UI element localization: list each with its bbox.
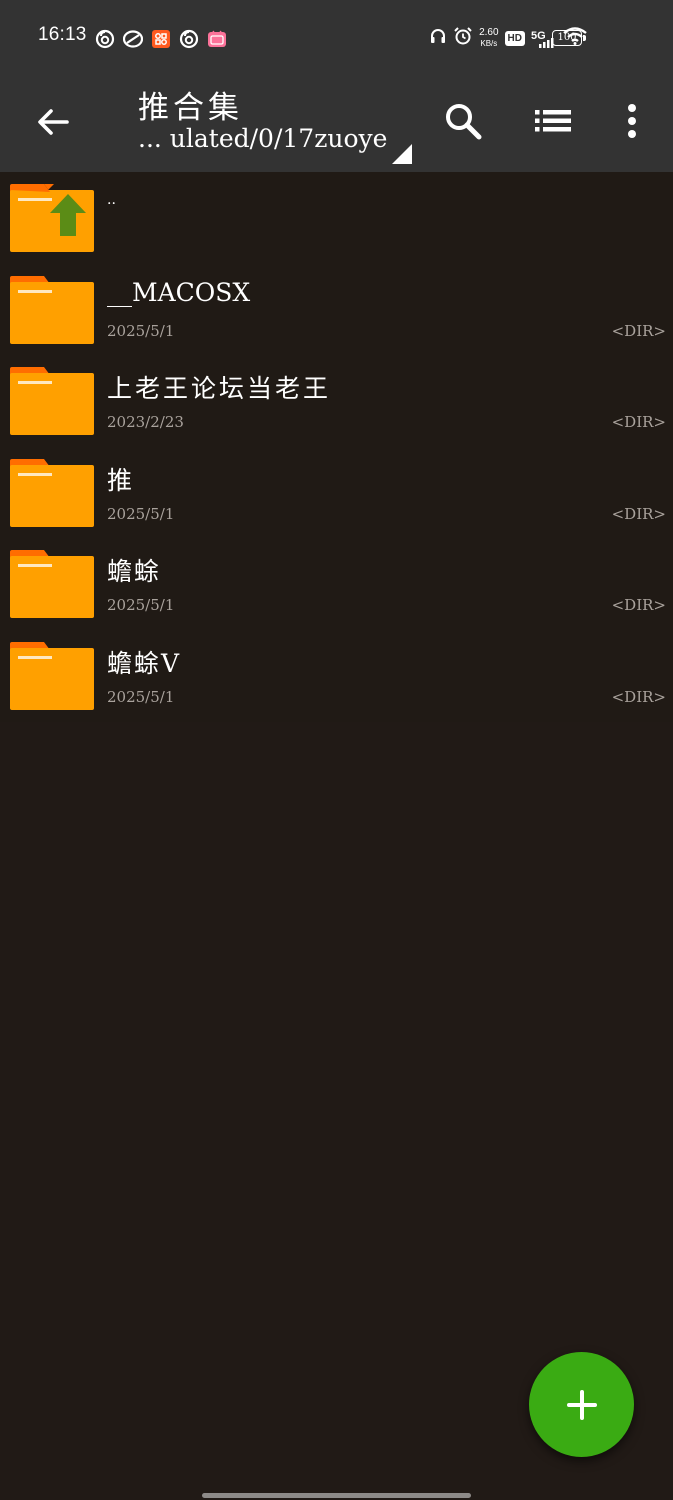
- path-selector[interactable]: ... ulated/0/17zuoye: [138, 124, 387, 158]
- file-name: __MACOSX: [107, 277, 251, 307]
- back-arrow-icon: [38, 109, 69, 135]
- folder-icon: [10, 458, 94, 527]
- app-icon: [122, 29, 144, 49]
- status-time: 16:13: [38, 24, 87, 45]
- file-name: 蟾蜍V: [107, 648, 182, 678]
- hd-icon: HD: [504, 30, 525, 46]
- file-date: 2025/5/1: [107, 596, 175, 615]
- file-type: <DIR>: [611, 687, 666, 706]
- list-view-icon: [535, 110, 571, 132]
- add-button[interactable]: [529, 1352, 634, 1457]
- back-button[interactable]: [30, 99, 76, 145]
- file-date: 2023/2/23: [107, 413, 184, 432]
- status-bar: 16:13 2.60 KB/s HD 5G 100: [0, 0, 673, 75]
- file-name: ..: [107, 192, 116, 208]
- plus-icon: [566, 1389, 597, 1420]
- folder-icon: [10, 641, 94, 710]
- file-list: .. __MACOSX 2025/5/1 <DIR> 上老王论坛当老王 2023…: [0, 172, 673, 722]
- list-item[interactable]: 上老王论坛当老王 2023/2/23 <DIR>: [0, 355, 673, 447]
- folder-icon: [10, 275, 94, 344]
- file-name: 上老王论坛当老王: [107, 374, 332, 404]
- file-name: 蟾蜍: [107, 557, 162, 587]
- notification-icons: [95, 29, 227, 49]
- folder-icon: [10, 550, 94, 619]
- headphones-icon: [429, 27, 447, 49]
- network-speed-value: 2.60: [479, 27, 499, 38]
- file-date: 2025/5/1: [107, 504, 175, 523]
- file-type: <DIR>: [611, 321, 666, 340]
- more-vert-icon: [628, 104, 636, 138]
- alarm-icon: [453, 26, 473, 50]
- current-path: ... ulated/0/17zuoye: [138, 124, 388, 153]
- file-type: <DIR>: [611, 413, 666, 432]
- file-name: 推: [107, 465, 133, 495]
- taobao-icon: [151, 29, 171, 49]
- folder-icon: [10, 367, 94, 436]
- folder-up-icon: [10, 184, 94, 252]
- file-date: 2025/5/1: [107, 321, 175, 340]
- netease-music-icon: [179, 29, 199, 49]
- search-button[interactable]: [441, 99, 485, 143]
- list-item[interactable]: 蟾蜍 2025/5/1 <DIR>: [0, 538, 673, 630]
- search-icon: [446, 104, 482, 140]
- network-speed: 2.60 KB/s: [479, 27, 498, 49]
- app-toolbar: 推合集 ... ulated/0/17zuoye: [0, 75, 673, 172]
- folder-title: 推合集: [138, 90, 243, 126]
- network-speed-unit: KB/s: [480, 39, 498, 48]
- file-type: <DIR>: [611, 596, 666, 615]
- path-dropdown-icon[interactable]: [392, 144, 412, 164]
- file-date: 2025/5/1: [107, 687, 175, 706]
- netease-music-icon: [95, 29, 115, 49]
- overflow-menu-button[interactable]: [616, 99, 648, 143]
- list-item[interactable]: 蟾蜍V 2025/5/1 <DIR>: [0, 629, 673, 722]
- battery-icon: 100: [552, 30, 586, 46]
- list-item-parent-dir[interactable]: ..: [0, 172, 673, 264]
- list-item[interactable]: 推 2025/5/1 <DIR>: [0, 446, 673, 539]
- file-type: <DIR>: [611, 504, 666, 523]
- home-indicator[interactable]: [202, 1493, 471, 1498]
- list-item[interactable]: __MACOSX 2025/5/1 <DIR>: [0, 263, 673, 356]
- bilibili-icon: [207, 29, 227, 49]
- view-mode-button[interactable]: [532, 103, 574, 139]
